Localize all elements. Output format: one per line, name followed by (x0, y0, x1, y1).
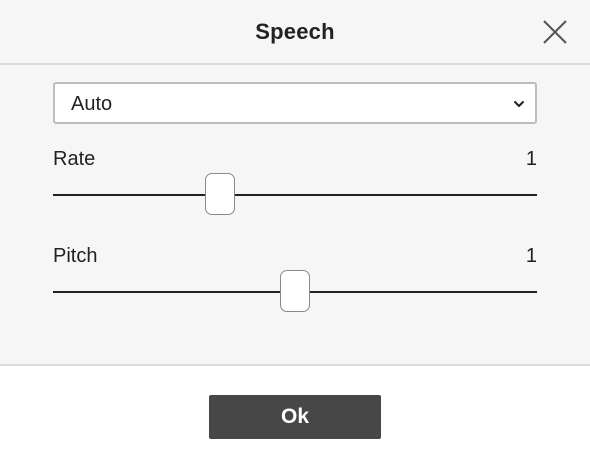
voice-select-value: Auto (71, 93, 113, 115)
pitch-slider[interactable] (53, 270, 537, 316)
rate-value: 1 (525, 148, 537, 170)
chevron-down-icon (514, 101, 524, 107)
pitch-value: 1 (525, 245, 537, 267)
pitch-label: Pitch (53, 245, 98, 267)
speech-dialog: Speech Auto Rate 1 Pitch 1 Ok (0, 0, 590, 465)
close-icon (543, 20, 567, 44)
rate-slider-thumb[interactable] (205, 173, 235, 215)
pitch-slider-thumb[interactable] (280, 270, 310, 312)
ok-button[interactable]: Ok (209, 395, 381, 439)
rate-slider-track[interactable] (53, 194, 537, 196)
voice-select[interactable]: Auto (53, 82, 537, 124)
dialog-header: Speech (0, 0, 590, 65)
dialog-title: Speech (255, 19, 335, 44)
close-button[interactable] (540, 17, 570, 47)
rate-slider[interactable] (53, 173, 537, 219)
dialog-body: Auto Rate 1 Pitch 1 (0, 65, 590, 366)
rate-label: Rate (53, 148, 96, 170)
